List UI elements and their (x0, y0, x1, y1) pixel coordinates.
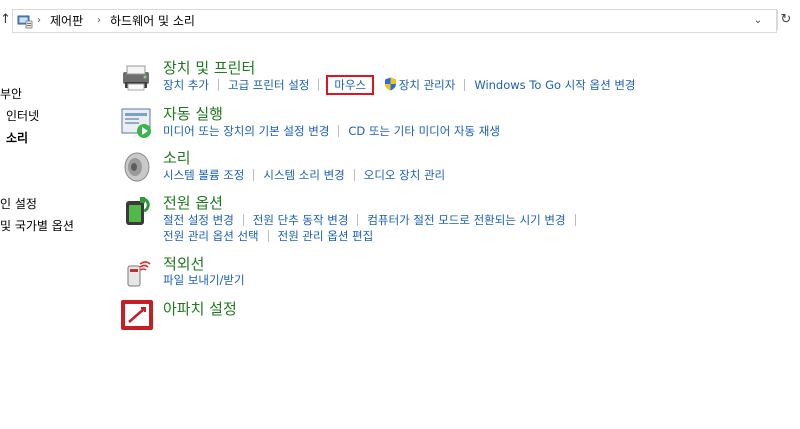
link-row: 절전 설정 변경 전원 단추 동작 변경 컴퓨터가 절전 모드로 전환되는 시기 변… (163, 212, 585, 228)
adjust-volume-link[interactable]: 시스템 볼륨 조정 (163, 168, 244, 182)
nav-item-security[interactable]: 부안 (0, 85, 22, 102)
refresh-icon[interactable]: ↻ (778, 12, 794, 28)
printer-icon (123, 65, 149, 91)
separator (338, 125, 340, 137)
power-button-action-link[interactable]: 전원 단추 동작 변경 (253, 213, 349, 227)
category-title[interactable]: 아파치 설정 (163, 299, 237, 319)
separator (242, 214, 244, 226)
separator (464, 79, 466, 91)
control-panel-icon (17, 15, 33, 29)
battery-plug-icon (126, 197, 150, 225)
cd-autoplay-link[interactable]: CD 또는 기타 미디어 자동 재생 (348, 124, 500, 138)
link-row: 전원 관리 옵션 선택 전원 관리 옵션 편집 (163, 228, 373, 244)
link-row: 미디어 또는 장치의 기본 설정 변경 CD 또는 기타 미디어 자동 재생 (163, 123, 500, 139)
breadcrumb-separator-icon[interactable]: › (97, 13, 101, 29)
manage-audio-devices-link[interactable]: 오디오 장치 관리 (364, 168, 445, 182)
autoplay-icon (121, 108, 151, 138)
nav-item-sound[interactable]: 소리 (6, 129, 28, 146)
infrared-icon (127, 261, 151, 287)
category-title[interactable]: 전원 옵션 (163, 193, 223, 213)
edit-power-plan-link[interactable]: 전원 관리 옵션 편집 (278, 229, 374, 243)
chevron-down-icon[interactable]: ⌄ (751, 13, 765, 29)
link-row: 시스템 볼륨 조정 시스템 소리 변경 오디오 장치 관리 (163, 167, 445, 183)
choose-power-plan-link[interactable]: 전원 관리 옵션 선택 (163, 229, 259, 243)
breadcrumb-separator-icon[interactable]: › (37, 13, 41, 29)
nav-item-region[interactable]: 및 국가별 옵션 (0, 217, 74, 234)
breadcrumb-control-panel[interactable]: 제어판 (50, 13, 83, 29)
windows-to-go-link[interactable]: Windows To Go 시작 옵션 변경 (474, 78, 635, 92)
add-device-link[interactable]: 장치 추가 (163, 78, 209, 92)
nav-item-settings[interactable]: 인 설정 (0, 195, 37, 212)
change-default-media-link[interactable]: 미디어 또는 장치의 기본 설정 변경 (163, 124, 329, 138)
category-title[interactable]: 장치 및 프린터 (163, 58, 255, 78)
separator (217, 79, 219, 91)
apache-icon (121, 300, 153, 330)
uac-shield-icon (384, 77, 396, 91)
send-receive-files-link[interactable]: 파일 보내기/받기 (163, 273, 245, 287)
separator (574, 214, 576, 226)
separator (318, 79, 320, 91)
breadcrumb-hardware-sound[interactable]: 하드웨어 및 소리 (110, 13, 195, 29)
category-title[interactable]: 적외선 (163, 254, 204, 274)
separator (353, 169, 355, 181)
link-row: 파일 보내기/받기 (163, 272, 245, 288)
address-bar: ↑ › 제어판 › 하드웨어 및 소리 ⌄ ↻ (0, 0, 800, 38)
up-arrow-icon[interactable]: ↑ (0, 13, 11, 27)
separator (267, 230, 269, 242)
advanced-printer-settings-link[interactable]: 고급 프린터 설정 (228, 78, 309, 92)
link-row: 장치 추가 고급 프린터 설정 마우스 장치 관리자 Windows To Go 시작… (163, 75, 635, 95)
separator (253, 169, 255, 181)
speaker-icon (124, 152, 150, 182)
separator (357, 214, 359, 226)
change-system-sounds-link[interactable]: 시스템 소리 변경 (263, 168, 344, 182)
change-sleep-settings-link[interactable]: 절전 설정 변경 (163, 213, 234, 227)
mouse-link[interactable]: 마우스 (326, 75, 375, 95)
address-box[interactable]: › 제어판 › 하드웨어 및 소리 ⌄ (12, 9, 777, 33)
nav-item-internet[interactable]: 인터넷 (6, 107, 39, 124)
category-title[interactable]: 자동 실행 (163, 104, 223, 124)
category-title[interactable]: 소리 (163, 148, 191, 168)
sleep-timing-link[interactable]: 컴퓨터가 절전 모드로 전환되는 시기 변경 (367, 213, 565, 227)
device-manager-link[interactable]: 장치 관리자 (399, 78, 456, 92)
